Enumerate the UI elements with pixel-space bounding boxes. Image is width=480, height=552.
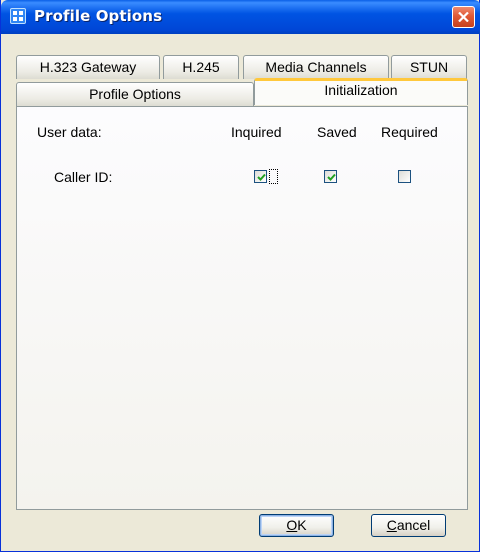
caller-id-saved-checkbox[interactable]: [324, 170, 337, 183]
caller-id-inquired-checkbox[interactable]: [254, 170, 267, 183]
caller-id-required-checkbox[interactable]: [398, 170, 411, 183]
title-bar[interactable]: Profile Options: [1, 0, 480, 34]
profile-options-window: Profile Options H.323 Gateway H.245 Medi…: [0, 0, 480, 552]
app-icon: [10, 8, 26, 24]
tab-h323-gateway[interactable]: H.323 Gateway: [16, 55, 160, 79]
tab-h245[interactable]: H.245: [163, 55, 239, 79]
checkmark-icon: [327, 173, 336, 181]
tab-initialization[interactable]: Initialization: [254, 78, 468, 105]
window-title: Profile Options: [34, 7, 163, 25]
cancel-mnemonic: C: [386, 517, 397, 533]
close-button[interactable]: [452, 6, 475, 28]
ok-mnemonic: O: [286, 517, 298, 533]
ok-label-rest: K: [297, 517, 307, 533]
cancel-button[interactable]: Cancel: [371, 514, 446, 537]
checkmark-icon: [257, 173, 266, 181]
caller-id-label: Caller ID:: [54, 169, 113, 185]
column-required: Required: [381, 124, 438, 140]
column-inquired: Inquired: [231, 124, 282, 140]
tab-stun[interactable]: STUN: [391, 55, 467, 79]
close-icon: [458, 12, 469, 22]
initialization-panel: User data: Inquired Saved Required Calle…: [16, 106, 468, 510]
user-data-label: User data:: [37, 124, 102, 140]
column-saved: Saved: [317, 124, 357, 140]
tab-profile-options[interactable]: Profile Options: [16, 82, 254, 106]
tab-media-channels[interactable]: Media Channels: [243, 55, 389, 79]
ok-button[interactable]: OK: [259, 514, 334, 537]
cancel-label-rest: ancel: [396, 517, 431, 533]
focus-indicator: [269, 169, 278, 184]
